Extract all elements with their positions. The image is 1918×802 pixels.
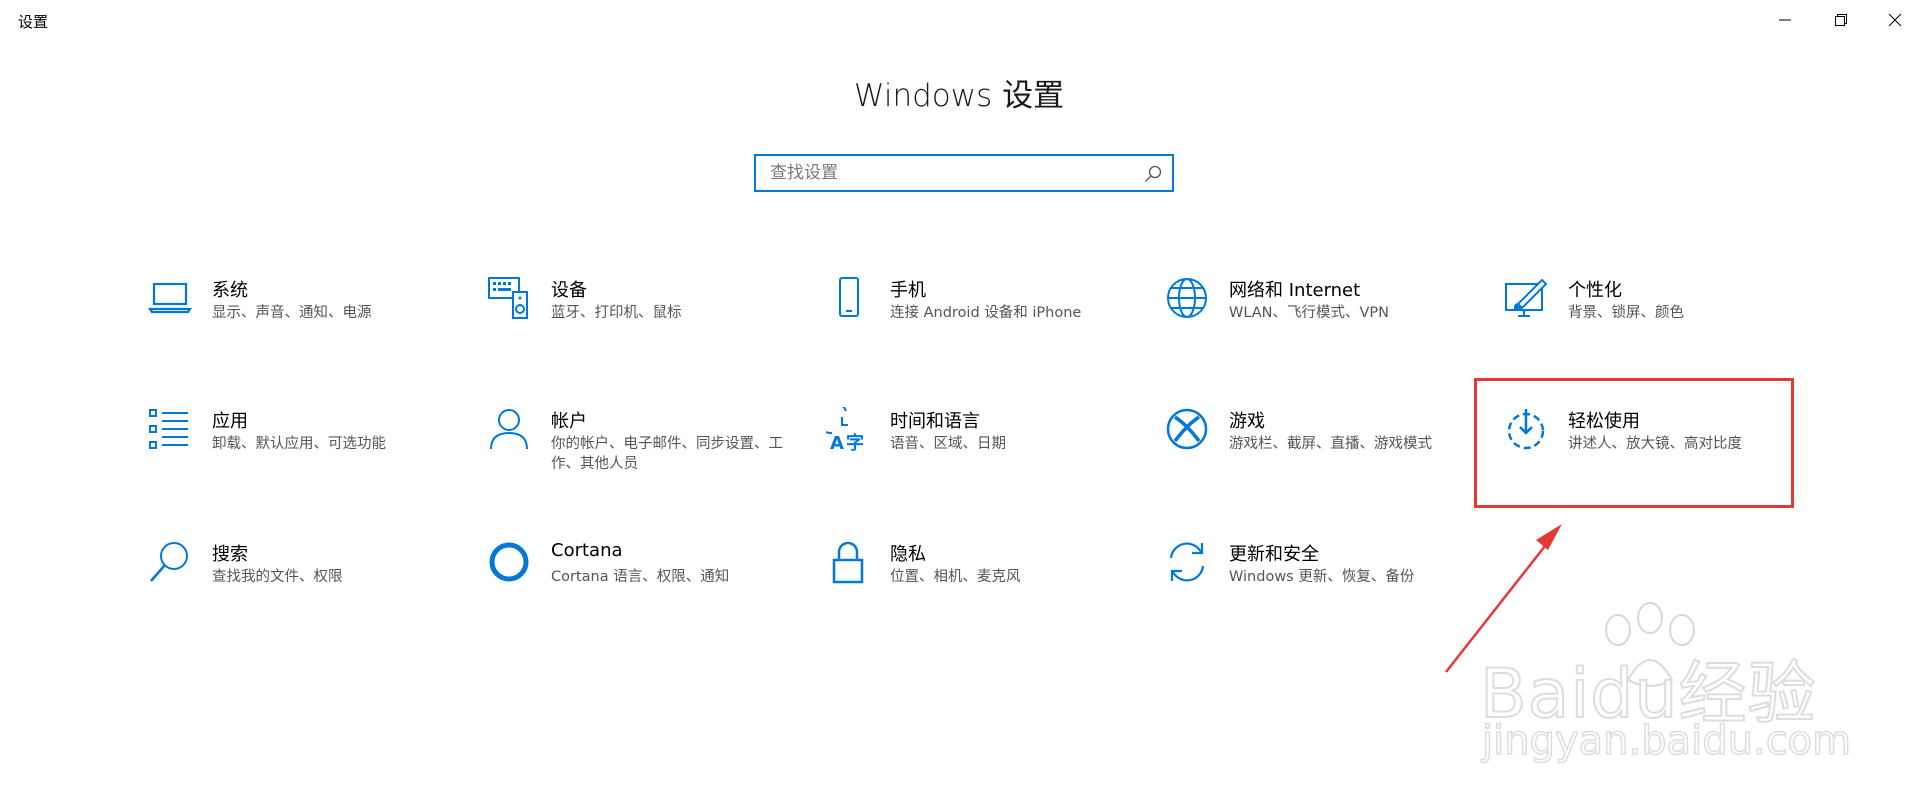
restore-button[interactable] bbox=[1812, 0, 1869, 40]
magnifier-icon bbox=[148, 540, 192, 584]
tile-title: 更新和安全 bbox=[1229, 544, 1319, 565]
watermark-url: jingyan.baidu.com bbox=[1481, 717, 1852, 765]
minimize-icon bbox=[1778, 19, 1791, 21]
tile-subtitle: Cortana 语言、权限、通知 bbox=[551, 569, 730, 585]
phone-icon bbox=[826, 276, 870, 320]
close-icon bbox=[1888, 13, 1901, 27]
tile-title: 搜索 bbox=[212, 544, 248, 565]
tile-phone[interactable]: 手机 连接 Android 设备和 iPhone bbox=[826, 276, 1146, 376]
keyboard-speaker-icon bbox=[487, 276, 531, 320]
tile-subtitle: 位置、相机、麦克风 bbox=[890, 569, 1021, 585]
tile-title: 个性化 bbox=[1568, 280, 1622, 301]
tile-personalization[interactable]: 个性化 背景、锁屏、颜色 bbox=[1504, 276, 1824, 376]
laptop-icon bbox=[148, 276, 192, 320]
tile-title: 网络和 Internet bbox=[1229, 280, 1361, 301]
lock-icon bbox=[826, 540, 870, 584]
tile-time-language[interactable]: A字 时间和语言 语音、区域、日期 bbox=[826, 407, 1146, 507]
tile-devices[interactable]: 设备 蓝牙、打印机、鼠标 bbox=[487, 276, 807, 376]
watermark: Baidu经验 jingyan.baidu.com bbox=[1470, 600, 1852, 770]
time-language-icon: A字 bbox=[826, 407, 870, 451]
title-bar: 设置 bbox=[0, 0, 1918, 40]
xbox-icon bbox=[1165, 407, 1209, 451]
tile-search[interactable]: 搜索 查找我的文件、权限 bbox=[148, 540, 468, 640]
sync-icon bbox=[1165, 540, 1209, 584]
svg-text:A: A bbox=[830, 433, 844, 451]
search-box[interactable] bbox=[754, 154, 1174, 192]
tile-title: 帐户 bbox=[551, 411, 587, 432]
globe-icon bbox=[1165, 276, 1209, 320]
person-icon bbox=[487, 407, 531, 451]
cortana-icon bbox=[487, 540, 531, 584]
tile-system[interactable]: 系统 显示、声音、通知、电源 bbox=[148, 276, 468, 376]
search-input[interactable] bbox=[756, 156, 1172, 190]
minimize-button[interactable] bbox=[1756, 0, 1813, 40]
tile-title: 隐私 bbox=[890, 544, 926, 565]
restore-icon bbox=[1834, 14, 1847, 26]
tile-title: 手机 bbox=[890, 280, 926, 301]
tile-subtitle: 查找我的文件、权限 bbox=[212, 569, 343, 585]
highlight-box bbox=[1474, 378, 1794, 508]
tile-accounts[interactable]: 帐户 你的帐户、电子邮件、同步设置、工作、其他人员 bbox=[487, 407, 807, 507]
tile-subtitle: 背景、锁屏、颜色 bbox=[1568, 305, 1684, 321]
tile-subtitle: 你的帐户、电子邮件、同步设置、工作、其他人员 bbox=[551, 436, 783, 472]
tile-subtitle: 卸载、默认应用、可选功能 bbox=[212, 436, 386, 452]
tile-subtitle: 语音、区域、日期 bbox=[890, 436, 1006, 452]
tile-title: Cortana bbox=[551, 540, 623, 561]
tile-apps[interactable]: 应用 卸载、默认应用、可选功能 bbox=[148, 407, 468, 507]
tile-subtitle: 游戏栏、截屏、直播、游戏模式 bbox=[1229, 436, 1432, 452]
tile-subtitle: 蓝牙、打印机、鼠标 bbox=[551, 305, 682, 321]
window-title: 设置 bbox=[18, 13, 49, 31]
tile-subtitle: 连接 Android 设备和 iPhone bbox=[890, 305, 1082, 321]
tile-subtitle: WLAN、飞行模式、VPN bbox=[1229, 305, 1390, 321]
tile-subtitle: Windows 更新、恢复、备份 bbox=[1229, 569, 1415, 585]
app-list-icon bbox=[148, 407, 192, 451]
tile-privacy[interactable]: 隐私 位置、相机、麦克风 bbox=[826, 540, 1146, 640]
tile-cortana[interactable]: Cortana Cortana 语言、权限、通知 bbox=[487, 540, 807, 640]
page-title: Windows 设置 bbox=[853, 78, 1065, 114]
tile-title: 应用 bbox=[212, 411, 248, 432]
svg-text:字: 字 bbox=[846, 432, 864, 451]
tile-title: 系统 bbox=[212, 280, 248, 301]
paint-brush-icon bbox=[1504, 276, 1548, 320]
tile-subtitle: 显示、声音、通知、电源 bbox=[212, 305, 372, 321]
tile-network[interactable]: 网络和 Internet WLAN、飞行模式、VPN bbox=[1165, 276, 1485, 376]
close-button[interactable] bbox=[1866, 0, 1918, 40]
tile-title: 时间和语言 bbox=[890, 411, 980, 432]
tile-title: 设备 bbox=[551, 280, 587, 301]
search-icon[interactable] bbox=[1144, 165, 1162, 183]
tile-title: 游戏 bbox=[1229, 411, 1265, 432]
tile-gaming[interactable]: 游戏 游戏栏、截屏、直播、游戏模式 bbox=[1165, 407, 1485, 507]
tile-update-security[interactable]: 更新和安全 Windows 更新、恢复、备份 bbox=[1165, 540, 1485, 640]
